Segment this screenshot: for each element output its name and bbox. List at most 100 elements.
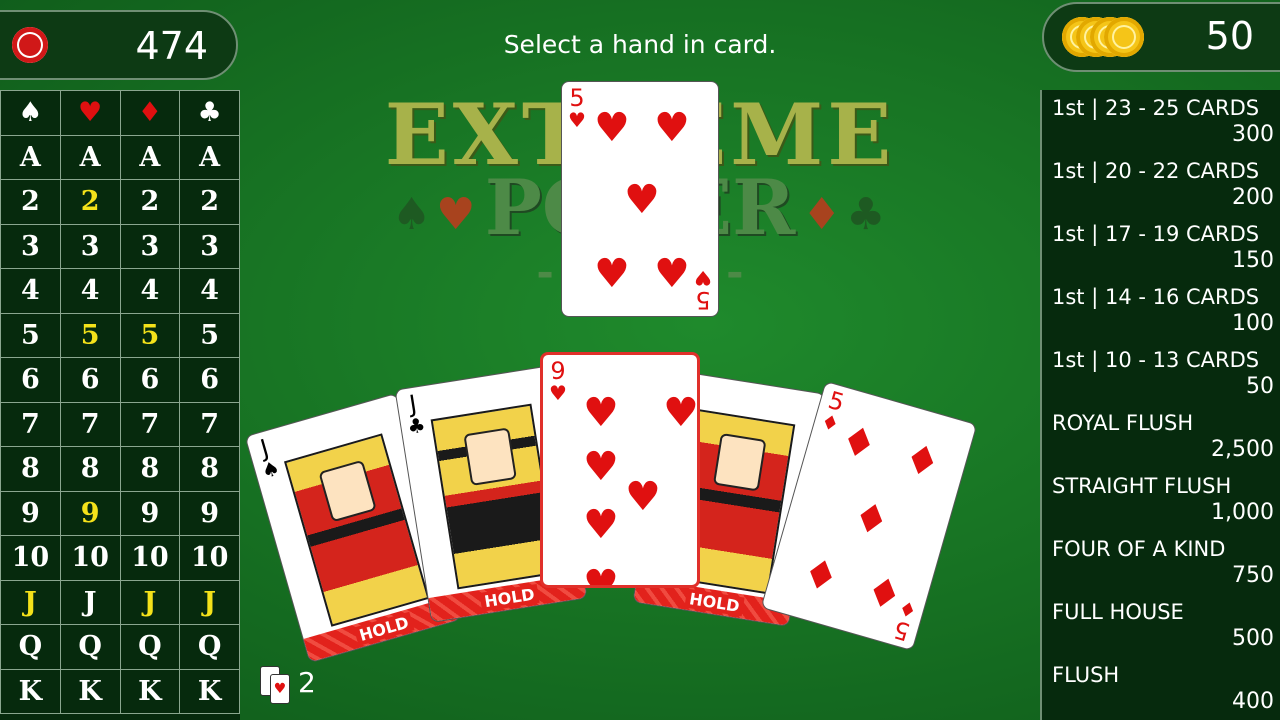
tracker-cell: 6 bbox=[119, 357, 181, 403]
tracker-cell: 3 bbox=[119, 223, 181, 269]
paytable-hand-name: 1st | 14 - 16 CARDS bbox=[1052, 285, 1260, 309]
tracker-cell: A bbox=[59, 134, 121, 180]
tracker-cell: J bbox=[119, 579, 181, 625]
tracker-cell: 9 bbox=[59, 490, 121, 536]
tracker-cell: 2 bbox=[179, 179, 240, 225]
tracker-row: 7777 bbox=[0, 401, 240, 447]
tracker-cell: 8 bbox=[179, 446, 240, 492]
paytable-payout: 100 bbox=[1232, 311, 1274, 336]
tracker-cell: 6 bbox=[179, 357, 240, 403]
paytable-payout: 500 bbox=[1232, 626, 1274, 651]
paytable-row: FLUSH 400 bbox=[1052, 657, 1274, 717]
tracker-cell: 5 bbox=[119, 312, 181, 358]
tracker-cell: 3 bbox=[59, 223, 121, 269]
tracker-cell: J bbox=[0, 579, 61, 625]
tracker-cell: 3 bbox=[179, 223, 240, 269]
tracker-cell: 2 bbox=[59, 179, 121, 225]
tracker-row: JJJJ bbox=[0, 579, 240, 625]
deck-count: 2 bbox=[298, 666, 316, 699]
tracker-row: QQQQ bbox=[0, 624, 240, 670]
tracker-suit-row: ♠ ♥ ♦ ♣ bbox=[0, 90, 240, 136]
tracker-cell: Q bbox=[59, 624, 121, 670]
paytable-row: FULL HOUSE 500 bbox=[1052, 594, 1274, 654]
deck-heart-icon: ♥ bbox=[270, 674, 290, 704]
tracker-row: 9999 bbox=[0, 490, 240, 536]
tracker-cell: 8 bbox=[119, 446, 181, 492]
tracker-cell: 10 bbox=[179, 535, 240, 581]
tracker-cell: K bbox=[59, 668, 121, 714]
logo-heart-icon: ♥ bbox=[436, 189, 476, 240]
logo-spade-icon: ♠ bbox=[392, 189, 432, 240]
tracker-cell: 6 bbox=[0, 357, 61, 403]
paytable-hand-name: FULL HOUSE bbox=[1052, 600, 1184, 624]
paytable-row: 1st | 10 - 13 CARDS 50 bbox=[1052, 342, 1274, 402]
paytable-payout: 150 bbox=[1232, 248, 1274, 273]
tracker-cell: K bbox=[119, 668, 181, 714]
tracker-row: 8888 bbox=[0, 446, 240, 492]
card-tracker: ♠ ♥ ♦ ♣ AAAA2222333344445555666677778888… bbox=[0, 90, 240, 720]
tracker-cell: A bbox=[179, 134, 240, 180]
diamond-icon: ♦ bbox=[119, 90, 181, 136]
tracker-row: 5555 bbox=[0, 312, 240, 358]
paytable-hand-name: 1st | 20 - 22 CARDS bbox=[1052, 159, 1260, 183]
tracker-row: 6666 bbox=[0, 357, 240, 403]
tracker-cell: 2 bbox=[119, 179, 181, 225]
tracker-cell: 4 bbox=[0, 268, 61, 314]
tracker-cell: 5 bbox=[179, 312, 240, 358]
paytable-payout: 50 bbox=[1246, 374, 1274, 399]
tracker-cell: Q bbox=[179, 624, 240, 670]
heart-icon: ♥ bbox=[59, 90, 121, 136]
hand-card-3[interactable]: 9 ♥ ♥ ♥ ♥ ♥ ♥ ♥ bbox=[540, 352, 700, 588]
paytable-hand-name: STRAIGHT FLUSH bbox=[1052, 474, 1232, 498]
paytable-row: 1st | 14 - 16 CARDS 100 bbox=[1052, 279, 1274, 339]
tracker-row: 4444 bbox=[0, 268, 240, 314]
tracker-cell: 10 bbox=[59, 535, 121, 581]
tracker-row: AAAA bbox=[0, 134, 240, 180]
tracker-cell: 3 bbox=[0, 223, 61, 269]
tracker-cell: 7 bbox=[59, 401, 121, 447]
tracker-cell: 5 bbox=[0, 312, 61, 358]
paytable-row: STRAIGHT FLUSH 1,000 bbox=[1052, 468, 1274, 528]
tracker-row: 2222 bbox=[0, 179, 240, 225]
paytable-row: ROYAL FLUSH 2,500 bbox=[1052, 405, 1274, 465]
instruction-text: Select a hand in card. bbox=[503, 30, 777, 59]
tracker-row: 3333 bbox=[0, 223, 240, 269]
tracker-cell: 7 bbox=[0, 401, 61, 447]
tracker-cell: 9 bbox=[119, 490, 181, 536]
tracker-cell: K bbox=[0, 668, 61, 714]
paytable-hand-name: 1st | 23 - 25 CARDS bbox=[1052, 96, 1260, 120]
tracker-cell: 10 bbox=[119, 535, 181, 581]
logo-diamond-icon: ♦ bbox=[802, 189, 842, 240]
tracker-cell: 6 bbox=[59, 357, 121, 403]
paytable-hand-name: 1st | 17 - 19 CARDS bbox=[1052, 222, 1260, 246]
paytable-hand-name: FLUSH bbox=[1052, 663, 1120, 687]
tracker-cell: J bbox=[179, 579, 240, 625]
tracker-cell: Q bbox=[119, 624, 181, 670]
tracker-cell: J bbox=[59, 579, 121, 625]
paytable-hand-name: 1st | 10 - 13 CARDS bbox=[1052, 348, 1260, 372]
tracker-row: 10 10 10 10 bbox=[0, 535, 240, 581]
paytable-payout: 1,000 bbox=[1211, 500, 1274, 525]
tracker-cell: 8 bbox=[0, 446, 61, 492]
paytable-row: 1st | 20 - 22 CARDS 200 bbox=[1052, 153, 1274, 213]
tracker-cell: 4 bbox=[179, 268, 240, 314]
tracker-cell: 9 bbox=[179, 490, 240, 536]
paytable-payout: 2,500 bbox=[1211, 437, 1274, 462]
logo-club-icon: ♣ bbox=[846, 189, 886, 240]
paytable-payout: 200 bbox=[1232, 185, 1274, 210]
paytable-row: FOUR OF A KIND 750 bbox=[1052, 531, 1274, 591]
paytable-hand-name: FOUR OF A KIND bbox=[1052, 537, 1226, 561]
tracker-cell: A bbox=[0, 134, 61, 180]
paytable-row: 1st | 17 - 19 CARDS 150 bbox=[1052, 216, 1274, 276]
paytable-payout: 750 bbox=[1232, 563, 1274, 588]
tracker-cell: Q bbox=[0, 624, 61, 670]
deck-remaining: ♥ 2 bbox=[258, 664, 322, 704]
tracker-cell: 7 bbox=[119, 401, 181, 447]
tracker-cell: 2 bbox=[0, 179, 61, 225]
paytable-payout: 300 bbox=[1232, 122, 1274, 147]
paytable-payout: 400 bbox=[1232, 689, 1274, 714]
tracker-cell: 10 bbox=[0, 535, 61, 581]
tracker-cell: 9 bbox=[0, 490, 61, 536]
tracker-cell: 4 bbox=[119, 268, 181, 314]
tracker-cell: 5 bbox=[59, 312, 121, 358]
